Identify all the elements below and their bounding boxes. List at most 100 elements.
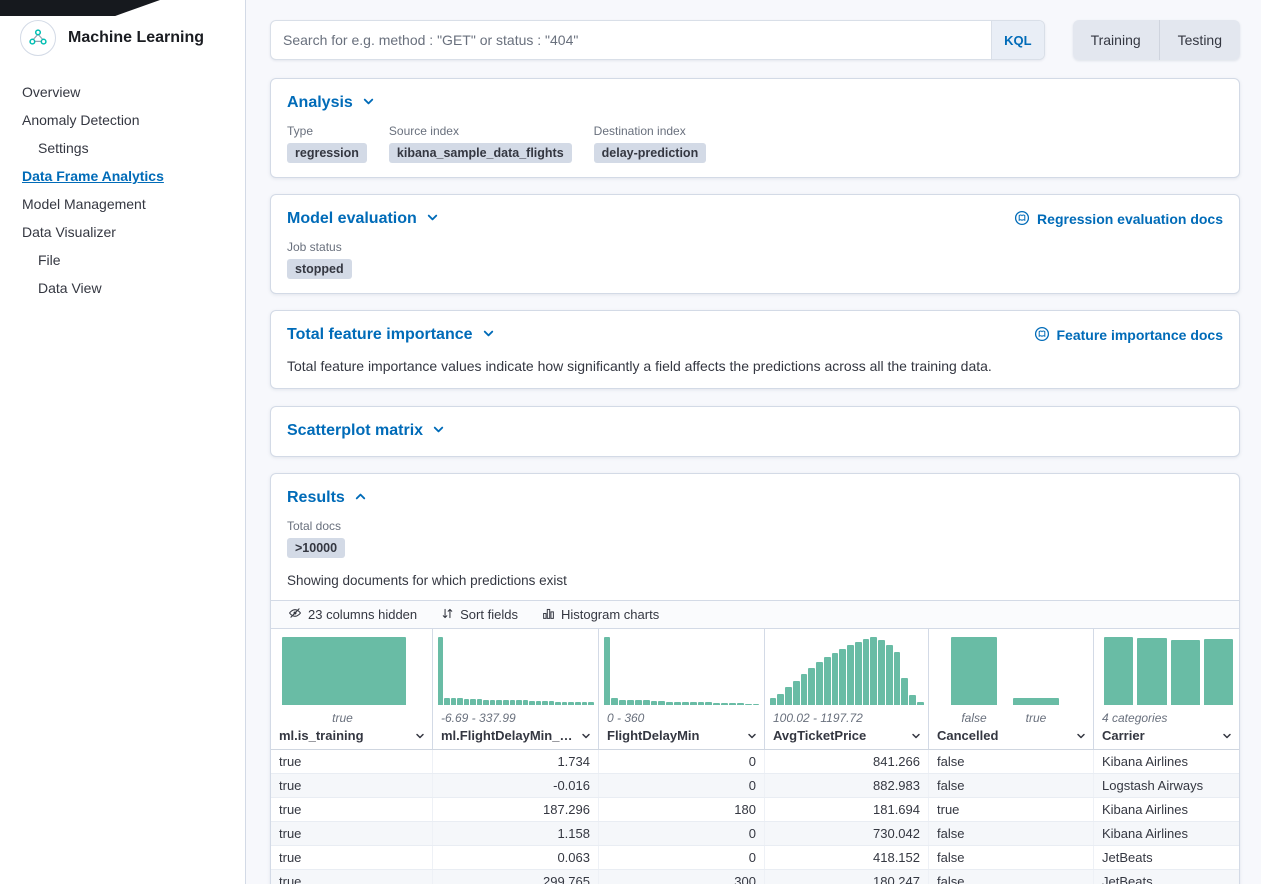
cell-cancelled[interactable]: false (929, 846, 1094, 869)
histogram-bar (863, 639, 870, 705)
sidebar-item-settings[interactable]: Settings (22, 134, 245, 162)
model-evaluation-panel-toggle[interactable]: Model evaluation (287, 208, 440, 230)
cell-flightdelaymin[interactable]: 300 (599, 870, 765, 884)
column-actions-chevron-icon[interactable] (414, 730, 426, 742)
cell-avgticketprice[interactable]: 181.694 (765, 798, 929, 821)
cell-ml-is-training[interactable]: true (271, 846, 433, 869)
sidebar-item-data-view[interactable]: Data View (22, 274, 245, 302)
column-actions-chevron-icon[interactable] (580, 730, 592, 742)
testing-button[interactable]: Testing (1159, 20, 1240, 60)
cell-flightdelaymin[interactable]: 0 (599, 846, 765, 869)
column-name: ml.is_training (279, 728, 364, 743)
cell-flightdelaymin[interactable]: 0 (599, 774, 765, 797)
feature-importance-panel-toggle[interactable]: Total feature importance (287, 324, 496, 346)
histogram-bar (713, 703, 720, 705)
cell-flightdelaymin[interactable]: 0 (599, 822, 765, 845)
histogram-charts-button[interactable]: Histogram charts (533, 601, 668, 628)
column-actions-chevron-icon[interactable] (910, 730, 922, 742)
cell-carrier[interactable]: Kibana Airlines (1094, 798, 1239, 821)
table-row: true1.7340841.266falseKibana Airlines (271, 750, 1239, 774)
cell-ml-flightdelaymin-pred[interactable]: 187.296 (433, 798, 599, 821)
cell-carrier[interactable]: JetBeats (1094, 870, 1239, 884)
cell-cancelled[interactable]: false (929, 750, 1094, 773)
histogram-bar (674, 702, 681, 705)
model-evaluation-panel: Model evaluation Regression evaluation d… (270, 194, 1240, 294)
sidebar-item-anomaly-detection[interactable]: Anomaly Detection (22, 106, 245, 134)
cell-carrier[interactable]: Kibana Airlines (1094, 822, 1239, 845)
histogram-bar (824, 657, 831, 705)
histogram-bar (690, 702, 697, 705)
sidebar-item-data-frame-analytics[interactable]: Data Frame Analytics (22, 162, 245, 190)
column-header-flightdelaymin[interactable]: 0 - 360FlightDelayMin (599, 629, 765, 749)
analysis-panel-toggle[interactable]: Analysis (287, 92, 376, 114)
histogram-bar (651, 701, 658, 705)
cell-cancelled[interactable]: false (929, 822, 1094, 845)
sort-fields-button[interactable]: Sort fields (432, 601, 527, 628)
cell-avgticketprice[interactable]: 841.266 (765, 750, 929, 773)
grid-toolbar: 23 columns hidden Sort fields Histogram … (271, 600, 1239, 629)
cell-cancelled[interactable]: false (929, 870, 1094, 884)
cell-ml-flightdelaymin-pred[interactable]: 299.765 (433, 870, 599, 884)
analysis-fields: Type regression Source index kibana_samp… (287, 124, 1223, 163)
chevron-down-icon (361, 92, 376, 114)
eye-closed-icon (288, 606, 302, 623)
cell-ml-flightdelaymin-pred[interactable]: 0.063 (433, 846, 599, 869)
histogram-bar (770, 698, 777, 705)
histogram-chart (437, 637, 594, 705)
histogram-bar (1013, 698, 1059, 705)
feature-importance-docs-link[interactable]: Feature importance docs (1034, 326, 1224, 345)
chevron-down-icon (425, 208, 440, 230)
cell-ml-flightdelaymin-pred[interactable]: -0.016 (433, 774, 599, 797)
regression-evaluation-docs-link[interactable]: Regression evaluation docs (1014, 210, 1223, 229)
sidebar-item-overview[interactable]: Overview (22, 78, 245, 106)
results-panel-toggle[interactable]: Results (287, 487, 368, 509)
cell-flightdelaymin[interactable]: 0 (599, 750, 765, 773)
histogram-bar (832, 653, 839, 705)
column-actions-chevron-icon[interactable] (1221, 730, 1233, 742)
cell-avgticketprice[interactable]: 882.983 (765, 774, 929, 797)
cell-flightdelaymin[interactable]: 180 (599, 798, 765, 821)
cell-avgticketprice[interactable]: 418.152 (765, 846, 929, 869)
histogram-bar (496, 700, 502, 705)
feature-importance-description: Total feature importance values indicate… (287, 358, 1223, 374)
scatterplot-matrix-panel-toggle[interactable]: Scatterplot matrix (287, 420, 446, 442)
histogram-bar (1171, 640, 1200, 705)
sidebar-item-model-management[interactable]: Model Management (22, 190, 245, 218)
cell-avgticketprice[interactable]: 730.042 (765, 822, 929, 845)
cell-ml-is-training[interactable]: true (271, 822, 433, 845)
histogram-chart (1098, 637, 1235, 705)
histogram-bar (1137, 638, 1166, 705)
cell-ml-is-training[interactable]: true (271, 750, 433, 773)
cell-ml-flightdelaymin-pred[interactable]: 1.734 (433, 750, 599, 773)
histogram-bar (729, 703, 736, 705)
column-header-avgticketprice[interactable]: 100.02 - 1197.72AvgTicketPrice (765, 629, 929, 749)
sidebar-item-data-visualizer[interactable]: Data Visualizer (22, 218, 245, 246)
sidebar-item-file[interactable]: File (22, 246, 245, 274)
histogram-bar (490, 700, 496, 705)
column-actions-chevron-icon[interactable] (1075, 730, 1087, 742)
search-input[interactable] (271, 21, 991, 59)
column-header-ml-flightdelaymin-pred[interactable]: -6.69 - 337.99ml.FlightDelayMin_pred (433, 629, 599, 749)
column-header-carrier[interactable]: 4 categoriesCarrier (1094, 629, 1239, 749)
histogram-bar (516, 700, 522, 705)
training-button[interactable]: Training (1073, 20, 1159, 60)
cell-ml-is-training[interactable]: true (271, 870, 433, 884)
cell-avgticketprice[interactable]: 180.247 (765, 870, 929, 884)
cell-cancelled[interactable]: true (929, 798, 1094, 821)
columns-hidden-button[interactable]: 23 columns hidden (279, 601, 426, 628)
kql-toggle[interactable]: KQL (991, 21, 1043, 59)
column-header-ml-is-training[interactable]: trueml.is_training (271, 629, 433, 749)
histogram-bar (909, 695, 916, 705)
column-actions-chevron-icon[interactable] (746, 730, 758, 742)
cell-cancelled[interactable]: false (929, 774, 1094, 797)
cell-carrier[interactable]: JetBeats (1094, 846, 1239, 869)
field-type: Type regression (287, 124, 367, 163)
column-header-cancelled[interactable]: falsetrueCancelled (929, 629, 1094, 749)
histogram-bar (878, 640, 885, 705)
cell-ml-is-training[interactable]: true (271, 798, 433, 821)
cell-carrier[interactable]: Kibana Airlines (1094, 750, 1239, 773)
histogram-bar (753, 704, 760, 705)
cell-carrier[interactable]: Logstash Airways (1094, 774, 1239, 797)
cell-ml-is-training[interactable]: true (271, 774, 433, 797)
cell-ml-flightdelaymin-pred[interactable]: 1.158 (433, 822, 599, 845)
